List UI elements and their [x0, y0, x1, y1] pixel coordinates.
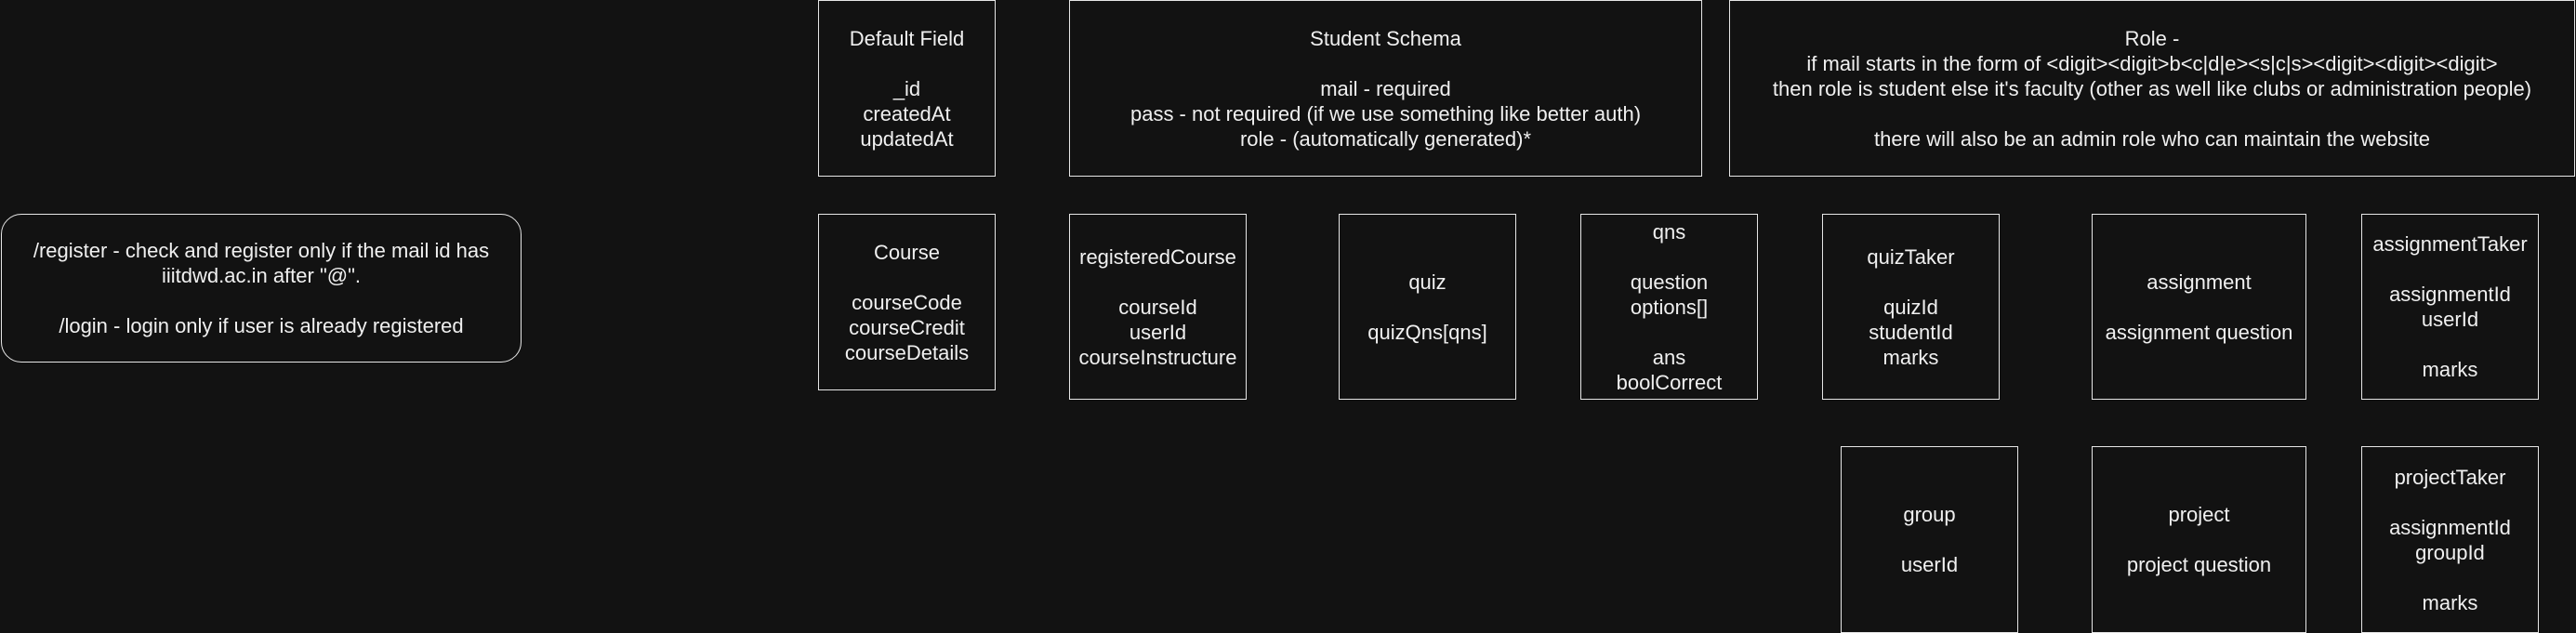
project-taker-text: projectTaker assignmentId groupId marks [2389, 465, 2511, 614]
role-text: Role - if mail starts in the form of <di… [1772, 26, 2532, 151]
assignment-taker-box: assignmentTaker assignmentId userId mark… [2361, 214, 2539, 400]
student-schema-text: Student Schema mail - required pass - no… [1129, 26, 1642, 151]
assignment-taker-text: assignmentTaker assignmentId userId mark… [2372, 232, 2528, 381]
quiz-taker-box: quizTaker quizId studentId marks [1822, 214, 2000, 400]
default-field-text: Default Field _id createdAt updatedAt [849, 26, 965, 151]
group-box: group userId [1841, 446, 2018, 633]
registered-course-box: registeredCourse courseId userId courseI… [1069, 214, 1247, 400]
role-box: Role - if mail starts in the form of <di… [1729, 0, 2575, 177]
qns-box: qns question options[] ans boolCorrect [1580, 214, 1758, 400]
course-box: Course courseCode courseCredit courseDet… [818, 214, 996, 390]
project-text: project project question [2126, 503, 2272, 576]
assignment-box: assignment assignment question [2092, 214, 2306, 400]
quiz-text: quiz quizQns[qns] [1367, 270, 1487, 344]
default-field-box: Default Field _id createdAt updatedAt [818, 0, 996, 177]
course-text: Course courseCode courseCredit courseDet… [844, 240, 970, 364]
project-box: project project question [2092, 446, 2306, 633]
qns-text: qns question options[] ans boolCorrect [1616, 219, 1723, 394]
student-schema-box: Student Schema mail - required pass - no… [1069, 0, 1702, 177]
quiz-box: quiz quizQns[qns] [1339, 214, 1516, 400]
assignment-text: assignment assignment question [2105, 270, 2293, 344]
quiz-taker-text: quizTaker quizId studentId marks [1867, 244, 1955, 369]
registered-course-text: registeredCourse courseId userId courseI… [1078, 244, 1237, 369]
auth-routes-text: /register - check and register only if t… [33, 239, 490, 337]
group-text: group userId [1900, 503, 1959, 576]
project-taker-box: projectTaker assignmentId groupId marks [2361, 446, 2539, 633]
auth-routes-box: /register - check and register only if t… [1, 214, 522, 363]
